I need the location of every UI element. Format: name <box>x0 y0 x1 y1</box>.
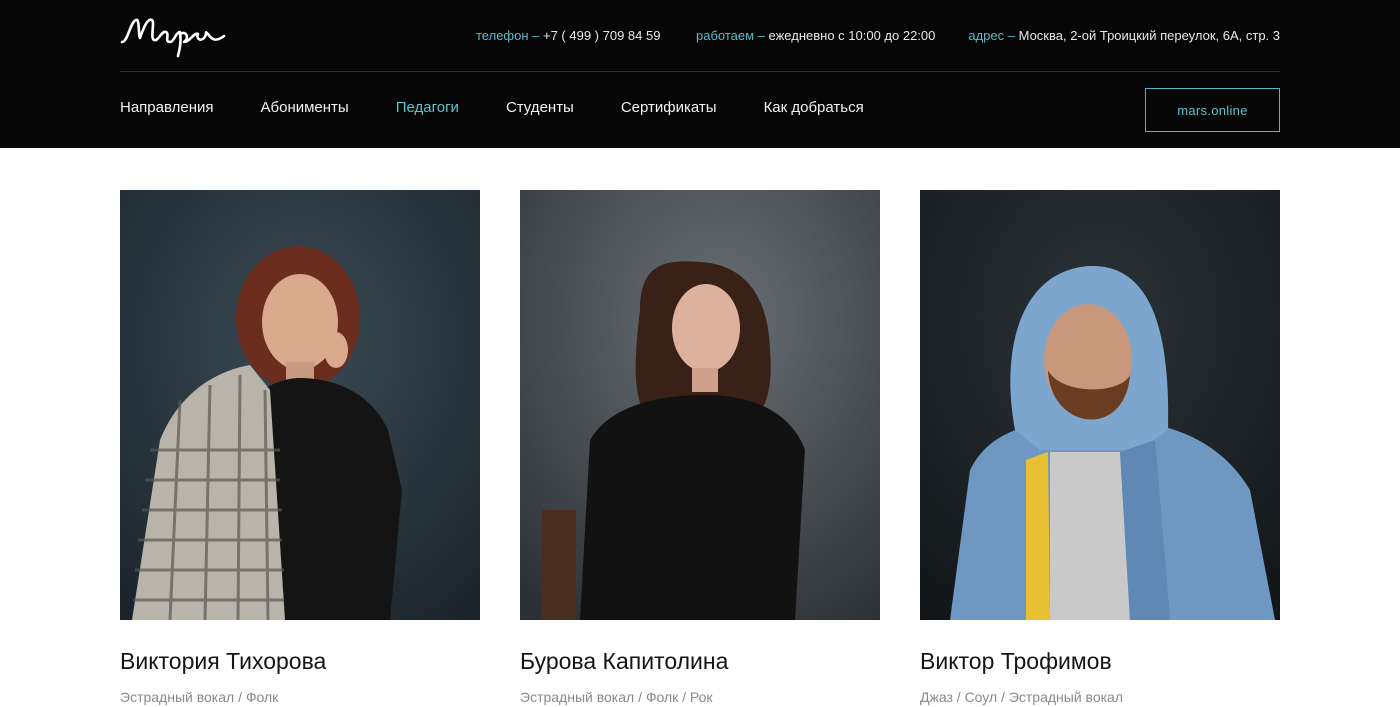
teacher-genres: Эстрадный вокал / Фолк / Рок <box>520 689 713 705</box>
teacher-name[interactable]: Виктория Тихорова <box>120 648 480 675</box>
teacher-photo[interactable] <box>920 190 1280 620</box>
main-nav: Направления Абонименты Педагоги Студенты… <box>120 99 911 116</box>
teacher-photo[interactable] <box>520 190 880 620</box>
teacher-genres: Джаз / Соул / Эстрадный вокал <box>920 689 1124 705</box>
nav-item-directions-map[interactable]: Как добраться <box>764 99 864 116</box>
teacher-card[interactable]: Виктор Трофимов Джаз / Соул / Эстрадный … <box>920 190 1280 705</box>
mars-online-button[interactable]: mars.online <box>1145 88 1280 132</box>
header-divider <box>120 71 1280 72</box>
teacher-card[interactable]: Бурова Капитолина Эстрадный вокал / Фолк… <box>520 190 880 705</box>
teacher-photo-illustration <box>520 190 880 620</box>
contact-phone-value[interactable]: +7 ( 499 ) 709 84 59 <box>543 28 660 43</box>
contact-address-value: Москва, 2-ой Троицкий переулок, 6А, стр.… <box>1018 28 1280 43</box>
teacher-photo-illustration <box>120 190 480 620</box>
logo-mark <box>120 18 226 58</box>
contact-phone: телефон – +7 ( 499 ) 709 84 59 <box>476 28 660 43</box>
site-header: телефон – +7 ( 499 ) 709 84 59 работаем … <box>0 0 1400 148</box>
nav-item-students[interactable]: Студенты <box>506 99 574 116</box>
contact-hours: работаем – ежедневно с 10:00 до 22:00 <box>696 28 935 43</box>
nav-item-directions[interactable]: Направления <box>120 99 214 116</box>
nav-item-teachers[interactable]: Педагоги <box>396 99 459 116</box>
teacher-name[interactable]: Виктор Трофимов <box>920 648 1280 675</box>
teachers-grid: Виктория Тихорова Эстрадный вокал / Фолк <box>120 190 1280 705</box>
nav-item-certificates[interactable]: Сертификаты <box>621 99 717 116</box>
contact-hours-label: работаем – <box>696 28 765 43</box>
teacher-photo-illustration <box>920 190 1280 620</box>
teacher-photo[interactable] <box>120 190 480 620</box>
nav-item-subscriptions[interactable]: Абонименты <box>261 99 349 116</box>
contact-phone-label: телефон – <box>476 28 540 43</box>
teacher-name[interactable]: Бурова Капитолина <box>520 648 880 675</box>
teacher-genres: Эстрадный вокал / Фолк <box>120 689 279 705</box>
contact-address: адрес – Москва, 2-ой Троицкий переулок, … <box>968 28 1280 43</box>
logo[interactable] <box>118 12 230 60</box>
contact-address-label: адрес – <box>968 28 1015 43</box>
teacher-card[interactable]: Виктория Тихорова Эстрадный вокал / Фолк <box>120 190 480 705</box>
contact-hours-value: ежедневно с 10:00 до 22:00 <box>768 28 936 43</box>
